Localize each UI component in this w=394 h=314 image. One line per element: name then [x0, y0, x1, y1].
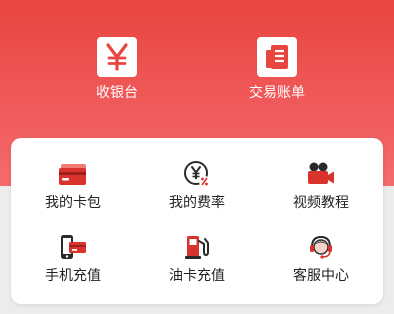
customer-service-button[interactable]: 客服中心	[259, 233, 383, 295]
trade-bill-label: 交易账单	[249, 85, 305, 101]
video-tutorial-button[interactable]: 视频教程	[259, 160, 383, 222]
video-icon	[304, 160, 338, 188]
customer-service-label: 客服中心	[293, 268, 349, 284]
fee-rate-button[interactable]: 我的费率	[135, 160, 259, 222]
fuel-card-recharge-button[interactable]: 油卡充值	[135, 233, 259, 295]
video-tutorial-label: 视频教程	[293, 195, 349, 211]
card-wallet-label: 我的卡包	[45, 195, 101, 211]
bill-icon	[257, 37, 297, 77]
phone-recharge-label: 手机充值	[45, 268, 101, 284]
yen-icon	[97, 37, 137, 77]
fee-rate-icon	[180, 160, 214, 188]
cashier-label: 收银台	[96, 85, 138, 101]
phone-recharge-icon	[56, 233, 90, 261]
cashier-button[interactable]: 收银台	[52, 37, 182, 102]
trade-bill-button[interactable]: 交易账单	[212, 37, 342, 102]
phone-recharge-button[interactable]: 手机充值	[11, 233, 135, 295]
services-card: 我的卡包 我的费率 视频教程 手机充值 油卡充值 客服中心	[11, 138, 383, 304]
card-wallet-button[interactable]: 我的卡包	[11, 160, 135, 222]
card-wallet-icon	[56, 160, 90, 188]
fee-rate-label: 我的费率	[169, 195, 225, 211]
fuel-card-recharge-label: 油卡充值	[169, 268, 225, 284]
customer-service-icon	[304, 233, 338, 261]
fuel-pump-icon	[180, 233, 214, 261]
